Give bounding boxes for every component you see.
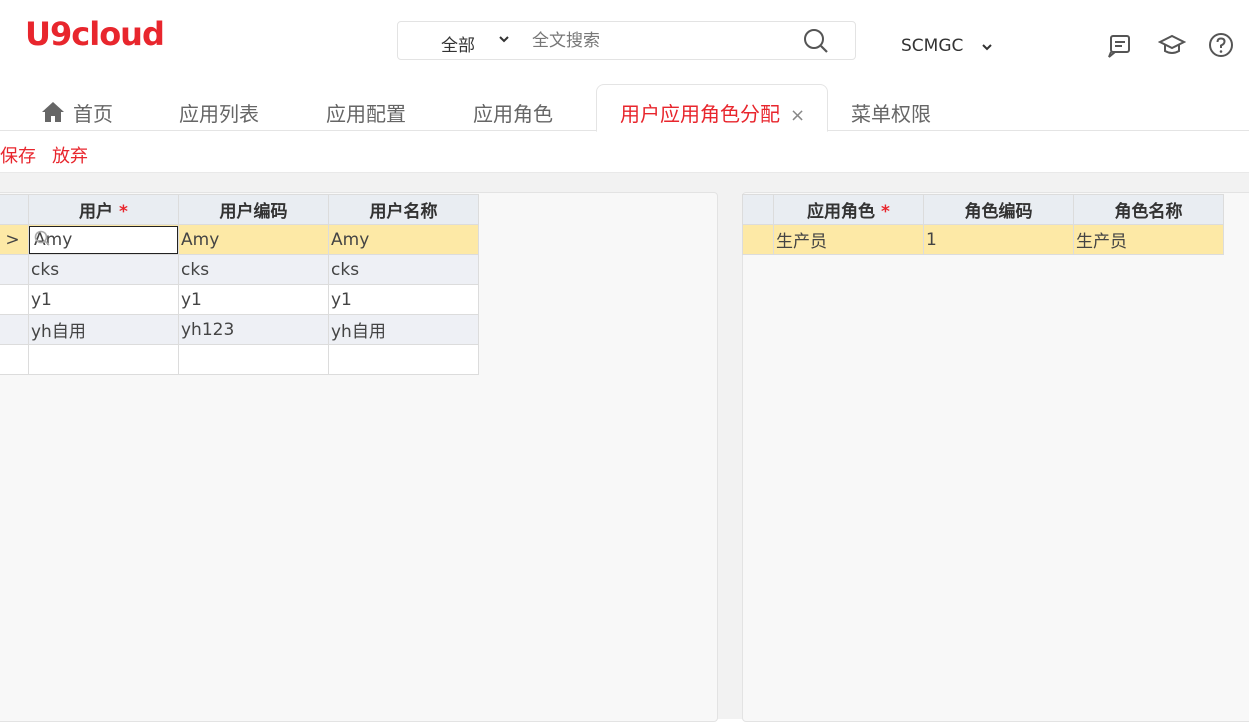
tab-home[interactable]: 首页 (41, 98, 113, 127)
tab-label: 首页 (73, 102, 113, 126)
chevron-down-icon[interactable] (498, 29, 510, 53)
user-panel: 用户 * 用户编码 用户名称 > Amy Amy Amy cks cks cks… (0, 192, 718, 722)
help-icon[interactable] (1208, 32, 1234, 58)
col-header-role-name[interactable]: 角色名称 (1073, 194, 1224, 225)
row-marker-header (0, 194, 29, 225)
grid-cell[interactable]: cks (28, 254, 179, 285)
main-area: 用户 * 用户编码 用户名称 > Amy Amy Amy cks cks cks… (0, 173, 1249, 722)
required-mark: * (881, 202, 890, 222)
grid-cell[interactable]: y1 (328, 284, 479, 315)
tab-label: 应用角色 (473, 102, 553, 126)
tab-app-roles[interactable]: 应用角色 (473, 98, 553, 127)
table-row[interactable] (0, 344, 479, 375)
row-marker (0, 254, 29, 285)
search-icon[interactable] (803, 28, 829, 54)
user-ref-input[interactable]: Amy (29, 225, 178, 254)
message-icon[interactable] (1106, 32, 1132, 58)
col-header-role-code[interactable]: 角色编码 (923, 194, 1074, 225)
toolbar: 保存 放弃 (0, 132, 1249, 173)
tab-bar: 首页 应用列表 应用配置 应用角色 用户应用角色分配 × 菜单权限 (0, 84, 1249, 132)
grid-cell[interactable] (328, 344, 479, 375)
table-row[interactable]: cks cks cks (0, 254, 479, 285)
tab-app-config[interactable]: 应用配置 (326, 98, 406, 127)
row-marker (742, 224, 774, 255)
grid-cell[interactable] (28, 344, 179, 375)
global-search: 全部 (397, 21, 856, 60)
table-row[interactable]: y1 y1 y1 (0, 284, 479, 315)
close-icon[interactable]: × (790, 105, 805, 126)
table-row[interactable]: yh自用 yh123 yh自用 (0, 314, 479, 345)
grid-cell[interactable]: yh123 (178, 314, 329, 345)
current-row-marker: > (0, 224, 29, 255)
u9cloud-logo[interactable]: U9cloud (25, 14, 165, 54)
col-header-app-role[interactable]: 应用角色 * (773, 194, 924, 225)
grid-cell[interactable]: 1 (923, 224, 1074, 255)
top-header: U9cloud 全部 SCMGC (0, 0, 1249, 84)
graduation-cap-icon[interactable] (1157, 32, 1187, 58)
required-mark: * (119, 202, 128, 222)
grid-cell[interactable]: yh自用 (28, 314, 179, 345)
tab-user-role-assignment[interactable]: 用户应用角色分配 × (596, 84, 829, 132)
search-input[interactable] (532, 26, 792, 56)
tab-app-list[interactable]: 应用列表 (179, 98, 259, 127)
grid-cell[interactable]: 生产员 (1073, 224, 1224, 255)
grid-cell[interactable] (178, 344, 329, 375)
col-header-user-name[interactable]: 用户名称 (328, 194, 479, 225)
col-header-user[interactable]: 用户 * (28, 194, 179, 225)
user-grid: 用户 * 用户编码 用户名称 > Amy Amy Amy cks cks cks… (0, 194, 479, 375)
tab-label: 菜单权限 (851, 102, 931, 126)
grid-cell[interactable]: cks (178, 254, 329, 285)
row-marker (0, 284, 29, 315)
table-row[interactable]: 生产员 1 生产员 (742, 224, 1224, 255)
row-marker-header (742, 194, 774, 225)
tab-label: 应用配置 (326, 102, 406, 126)
grid-cell[interactable]: 生产员 (773, 224, 924, 255)
table-row[interactable]: > Amy Amy Amy (0, 224, 479, 255)
role-panel: 应用角色 * 角色编码 角色名称 生产员 1 生产员 (742, 192, 1249, 722)
tab-label: 用户应用角色分配 (620, 102, 780, 126)
discard-button[interactable]: 放弃 (52, 142, 88, 168)
save-button[interactable]: 保存 (0, 142, 36, 168)
grid-cell[interactable]: Amy (328, 224, 479, 255)
grid-cell[interactable]: y1 (28, 284, 179, 315)
grid-cell[interactable]: yh自用 (328, 314, 479, 345)
org-selector[interactable]: SCMGC (901, 36, 963, 56)
tab-label: 应用列表 (179, 102, 259, 126)
chevron-down-icon[interactable] (981, 35, 993, 61)
tab-menu-permissions[interactable]: 菜单权限 (851, 98, 931, 127)
search-scope-select[interactable]: 全部 (441, 31, 475, 56)
row-marker (0, 344, 29, 375)
user-ref-cell[interactable]: Amy (28, 224, 179, 255)
row-marker (0, 314, 29, 345)
grid-cell[interactable]: Amy (178, 224, 329, 255)
grid-cell[interactable]: y1 (178, 284, 329, 315)
home-icon (41, 101, 65, 123)
grid-cell[interactable]: cks (328, 254, 479, 285)
role-grid: 应用角色 * 角色编码 角色名称 生产员 1 生产员 (742, 194, 1224, 255)
grid-header-row: 应用角色 * 角色编码 角色名称 (742, 194, 1224, 225)
col-header-user-code[interactable]: 用户编码 (178, 194, 329, 225)
grid-header-row: 用户 * 用户编码 用户名称 (0, 194, 479, 225)
search-icon[interactable] (34, 230, 50, 246)
